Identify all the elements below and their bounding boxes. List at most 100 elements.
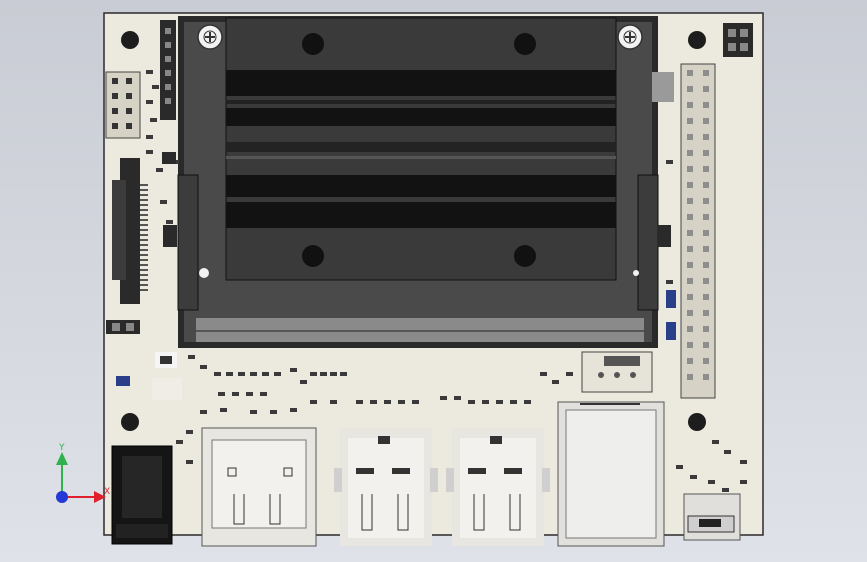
header-pin — [112, 123, 118, 129]
connector-pin — [140, 289, 148, 291]
usb-port-stack — [334, 428, 438, 546]
smd-component — [310, 400, 317, 404]
gpio-pin — [687, 262, 693, 268]
smd-component — [740, 460, 747, 464]
gpio-pin — [687, 118, 693, 124]
smd-component — [496, 400, 503, 404]
y-axis-label: Y — [59, 443, 65, 453]
smd-component — [566, 372, 573, 376]
gpio-pin — [703, 294, 709, 300]
smd-component — [188, 355, 195, 359]
gpio-pin — [687, 230, 693, 236]
header-pin — [112, 108, 118, 114]
header-pin — [112, 93, 118, 99]
smd-component — [666, 160, 673, 164]
smd-component — [200, 365, 207, 369]
gpio-pin — [687, 374, 693, 380]
socket-latch-left — [177, 174, 199, 311]
smd-component — [440, 396, 447, 400]
connector-pin — [140, 224, 148, 226]
mounting-hole-icon — [121, 413, 139, 431]
header-pin — [165, 42, 171, 48]
connector-pin — [140, 239, 148, 241]
header-pin — [165, 98, 171, 104]
gpio-pin — [687, 358, 693, 364]
gpio-pin — [703, 86, 709, 92]
smd-component — [468, 400, 475, 404]
smd-component — [152, 85, 159, 89]
gpio-pin — [687, 246, 693, 252]
connector-pin — [140, 184, 148, 186]
gpio-pin — [687, 342, 693, 348]
smd-component — [676, 465, 683, 469]
smd-component — [370, 400, 377, 404]
button-header — [105, 71, 141, 139]
connector-pin — [140, 244, 148, 246]
ethernet-port — [557, 401, 665, 547]
dc-barrel-jack — [111, 445, 173, 545]
smd-component — [340, 372, 347, 376]
smd-component — [290, 368, 297, 372]
display-port — [201, 427, 317, 547]
smd-component — [146, 150, 153, 154]
gpio-pin — [703, 246, 709, 252]
gpio-pin — [703, 342, 709, 348]
connector-pin — [140, 229, 148, 231]
smd-component — [160, 356, 172, 364]
smd-component — [708, 480, 715, 484]
screw-icon — [617, 24, 643, 50]
gpio-pin — [703, 262, 709, 268]
gpio-pin — [687, 166, 693, 172]
smd-component — [712, 440, 719, 444]
usb-port-stack — [446, 428, 550, 546]
smd-component — [186, 430, 193, 434]
smd-component — [232, 392, 239, 396]
gpio-pin — [703, 198, 709, 204]
power-jumper — [106, 320, 140, 334]
gpio-pin — [687, 86, 693, 92]
smd-component — [482, 400, 489, 404]
connector-pin — [140, 279, 148, 281]
smd-component — [250, 372, 257, 376]
smd-component — [320, 372, 327, 376]
smd-component — [218, 392, 225, 396]
connector-pin — [140, 204, 148, 206]
smd-component — [724, 450, 731, 454]
gpio-pin — [687, 198, 693, 204]
connector-pin — [140, 189, 148, 191]
smd-component — [246, 392, 253, 396]
header-pin — [126, 108, 132, 114]
smd-component — [384, 400, 391, 404]
gpio-pin — [703, 118, 709, 124]
gpio-pin — [687, 310, 693, 316]
gpio-pin — [703, 358, 709, 364]
board-render — [56, 12, 764, 547]
smd-component — [116, 376, 130, 386]
header-pin — [112, 78, 118, 84]
header-pin — [165, 84, 171, 90]
header-pin — [126, 93, 132, 99]
smd-component — [200, 410, 207, 414]
smd-component — [262, 372, 269, 376]
gpio-pin — [703, 166, 709, 172]
smd-component — [300, 380, 307, 384]
cad-viewport[interactable]: Y X — [0, 0, 867, 562]
gpio-pin — [687, 182, 693, 188]
screw-icon — [197, 24, 223, 50]
connector-pin — [140, 209, 148, 211]
smd-component — [150, 118, 157, 122]
smd-component — [166, 220, 173, 224]
smd-component — [146, 70, 153, 74]
usb-tab — [334, 468, 342, 492]
smd-component — [260, 392, 267, 396]
connector-pin — [140, 214, 148, 216]
gpio-pin — [687, 294, 693, 300]
smd-component — [250, 410, 257, 414]
gpio-pin — [687, 214, 693, 220]
smd-component — [412, 400, 419, 404]
smd-component — [666, 322, 676, 340]
heatsink — [225, 17, 617, 281]
gpio-pin — [703, 326, 709, 332]
usb-tab — [542, 468, 550, 492]
smd-component — [274, 372, 281, 376]
